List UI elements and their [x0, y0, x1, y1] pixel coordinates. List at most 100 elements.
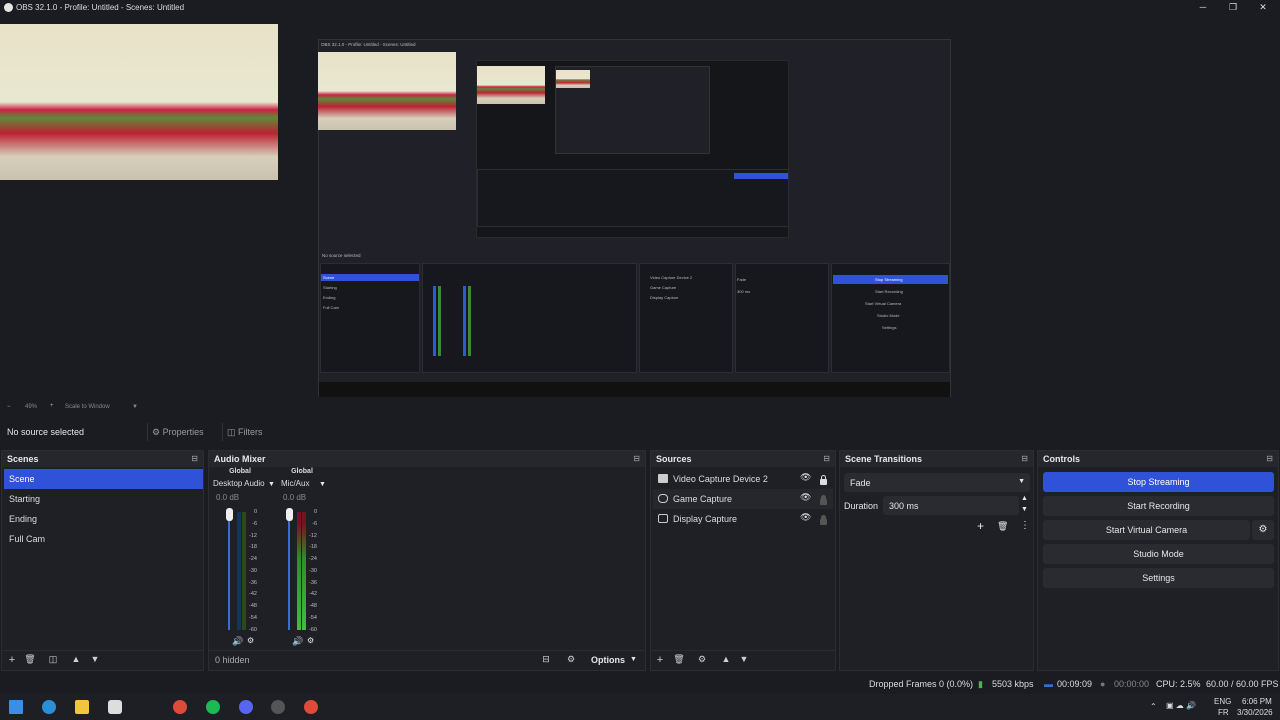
- file-explorer-icon[interactable]: [75, 700, 89, 714]
- source-label: Display Capture: [673, 514, 738, 524]
- transitions-title: Scene Transitions: [845, 454, 923, 464]
- caret-down-icon[interactable]: ▼: [630, 656, 637, 663]
- trash-icon[interactable]: 🗑: [23, 654, 37, 665]
- scene-item-ending[interactable]: Ending: [4, 509, 203, 529]
- undock-icon[interactable]: ⊟: [633, 454, 640, 463]
- volume-knob[interactable]: [286, 508, 293, 521]
- transitions-header: Scene Transitions ⊟: [840, 451, 1033, 467]
- clock-time[interactable]: 6:06 PM: [1242, 697, 1272, 706]
- edge-icon[interactable]: [42, 700, 56, 714]
- signal-icon: ▮: [978, 679, 983, 689]
- arrow-up-icon[interactable]: ▲: [69, 654, 83, 664]
- trash-icon[interactable]: 🗑: [672, 654, 686, 665]
- eye-icon[interactable]: 👁: [800, 472, 811, 483]
- chrome-icon[interactable]: [173, 700, 187, 714]
- start-virtual-camera-button[interactable]: Start Virtual Camera: [1043, 520, 1250, 540]
- scene-item-scene[interactable]: Scene: [4, 469, 203, 489]
- restore-button[interactable]: ❐: [1222, 2, 1244, 13]
- caret-down-icon[interactable]: ▼: [319, 481, 326, 488]
- scenes-dock: Scenes ⊟ Scene Starting Ending Full Cam …: [1, 450, 204, 671]
- scene-label: Ending: [9, 514, 38, 524]
- windows-taskbar: ⌃ ▣ ☁ 🔊 ENG FR 6:06 PM 3/30/2026: [0, 694, 1280, 720]
- stream-icon: ▬: [1044, 679, 1053, 689]
- add-icon[interactable]: +: [653, 654, 667, 666]
- filters-button[interactable]: ◫ Filters: [222, 423, 267, 441]
- inner-mixer-panel: [422, 263, 637, 373]
- lang-secondary[interactable]: FR: [1218, 708, 1229, 717]
- volume-fader[interactable]: [228, 512, 230, 630]
- lock-icon[interactable]: [820, 495, 827, 505]
- channel-db: 0.0 dB: [216, 493, 240, 502]
- chevron-down-icon[interactable]: ▼: [132, 404, 138, 410]
- record-icon: ●: [1100, 679, 1106, 689]
- duration-input[interactable]: 300 ms: [883, 496, 1019, 515]
- undock-icon[interactable]: ⊟: [823, 454, 830, 463]
- volume-fader[interactable]: [288, 512, 290, 630]
- sources-header: Sources ⊟: [651, 451, 835, 467]
- channel-name[interactable]: Mic/Aux: [281, 479, 309, 488]
- scenes-title: Scenes: [7, 454, 39, 464]
- inner-title: OBS 32.1.0 - Profile: Untitled - Scenes:…: [321, 42, 416, 47]
- speaker-icon[interactable]: 🔊: [292, 636, 303, 647]
- link-icon[interactable]: ⚙: [564, 654, 578, 665]
- options-button[interactable]: Options: [591, 655, 625, 665]
- undock-icon[interactable]: ⊟: [191, 454, 198, 463]
- arrow-down-icon[interactable]: ▼: [88, 654, 102, 664]
- volume-knob[interactable]: [226, 508, 233, 521]
- gear-icon[interactable]: ⚙: [307, 636, 314, 645]
- arrow-up-icon[interactable]: ▲: [719, 654, 733, 664]
- inner-scene-4: Full Cam: [323, 305, 340, 310]
- tray-icons[interactable]: ▣ ☁ 🔊: [1166, 701, 1196, 710]
- scene-item-full-cam[interactable]: Full Cam: [4, 529, 203, 549]
- undock-icon[interactable]: ⊟: [1266, 454, 1273, 463]
- scene-item-starting[interactable]: Starting: [4, 489, 203, 509]
- channel-name[interactable]: Desktop Audio: [213, 479, 265, 488]
- audio-mixer-dock: Audio Mixer ⊟ Global Desktop Audio ▼ 0.0…: [208, 450, 646, 671]
- lang-primary[interactable]: ENG: [1214, 697, 1231, 706]
- add-icon[interactable]: +: [5, 654, 19, 666]
- arrow-down-icon[interactable]: ▼: [737, 654, 751, 664]
- lock-icon[interactable]: [820, 475, 827, 485]
- scale-mode-select[interactable]: Scale to Window: [65, 404, 110, 410]
- discord-icon[interactable]: [239, 700, 253, 714]
- minimize-button[interactable]: ─: [1192, 2, 1214, 13]
- inner-source-3: Display Capture: [650, 295, 679, 300]
- undock-icon[interactable]: ⊟: [1021, 454, 1028, 463]
- start-recording-button[interactable]: Start Recording: [1043, 496, 1274, 516]
- chevron-up-icon[interactable]: ⌃: [1150, 702, 1157, 711]
- speaker-icon[interactable]: 🔊: [232, 636, 243, 647]
- clock-date[interactable]: 3/30/2026: [1237, 708, 1273, 717]
- more-icon[interactable]: ⋮: [1020, 520, 1030, 531]
- stepper-down-icon[interactable]: ▼: [1021, 506, 1028, 513]
- obs-icon[interactable]: [271, 700, 285, 714]
- chrome-icon[interactable]: [304, 700, 318, 714]
- settings-button[interactable]: Settings: [1043, 568, 1274, 588]
- trash-icon[interactable]: 🗑: [997, 521, 1008, 532]
- gear-icon[interactable]: ⚙: [247, 636, 254, 645]
- close-button[interactable]: ✕: [1252, 2, 1274, 13]
- inner-scene-3: Ending: [323, 295, 336, 300]
- store-icon[interactable]: [108, 700, 122, 714]
- eye-icon[interactable]: 👁: [800, 512, 811, 523]
- windows-start-icon[interactable]: [9, 700, 23, 714]
- transition-select[interactable]: Fade ▼: [844, 473, 1030, 492]
- properties-button[interactable]: ⚙ Properties: [147, 423, 219, 441]
- add-icon[interactable]: +: [977, 519, 984, 533]
- filter-icon[interactable]: ◫: [46, 654, 60, 665]
- filter-icon: ◫: [227, 427, 236, 437]
- zoom-out-icon[interactable]: −: [7, 404, 11, 410]
- fps: 60.00 / 60.00 FPS: [1206, 679, 1279, 689]
- stream-time: 00:09:09: [1057, 679, 1093, 689]
- virtual-camera-settings-icon[interactable]: ⚙: [1252, 520, 1274, 540]
- stepper-up-icon[interactable]: ▲: [1021, 495, 1028, 502]
- spotify-icon[interactable]: [206, 700, 220, 714]
- mixer-layout-icon[interactable]: ⊟: [539, 654, 553, 665]
- studio-mode-button[interactable]: Studio Mode: [1043, 544, 1274, 564]
- zoom-in-icon[interactable]: +: [50, 403, 54, 409]
- level-meter: [242, 512, 246, 630]
- lock-icon[interactable]: [820, 515, 827, 525]
- eye-icon[interactable]: 👁: [800, 492, 811, 503]
- stop-streaming-button[interactable]: Stop Streaming: [1043, 472, 1274, 492]
- channel-group: Global: [229, 468, 251, 475]
- gear-icon[interactable]: ⚙: [695, 654, 709, 665]
